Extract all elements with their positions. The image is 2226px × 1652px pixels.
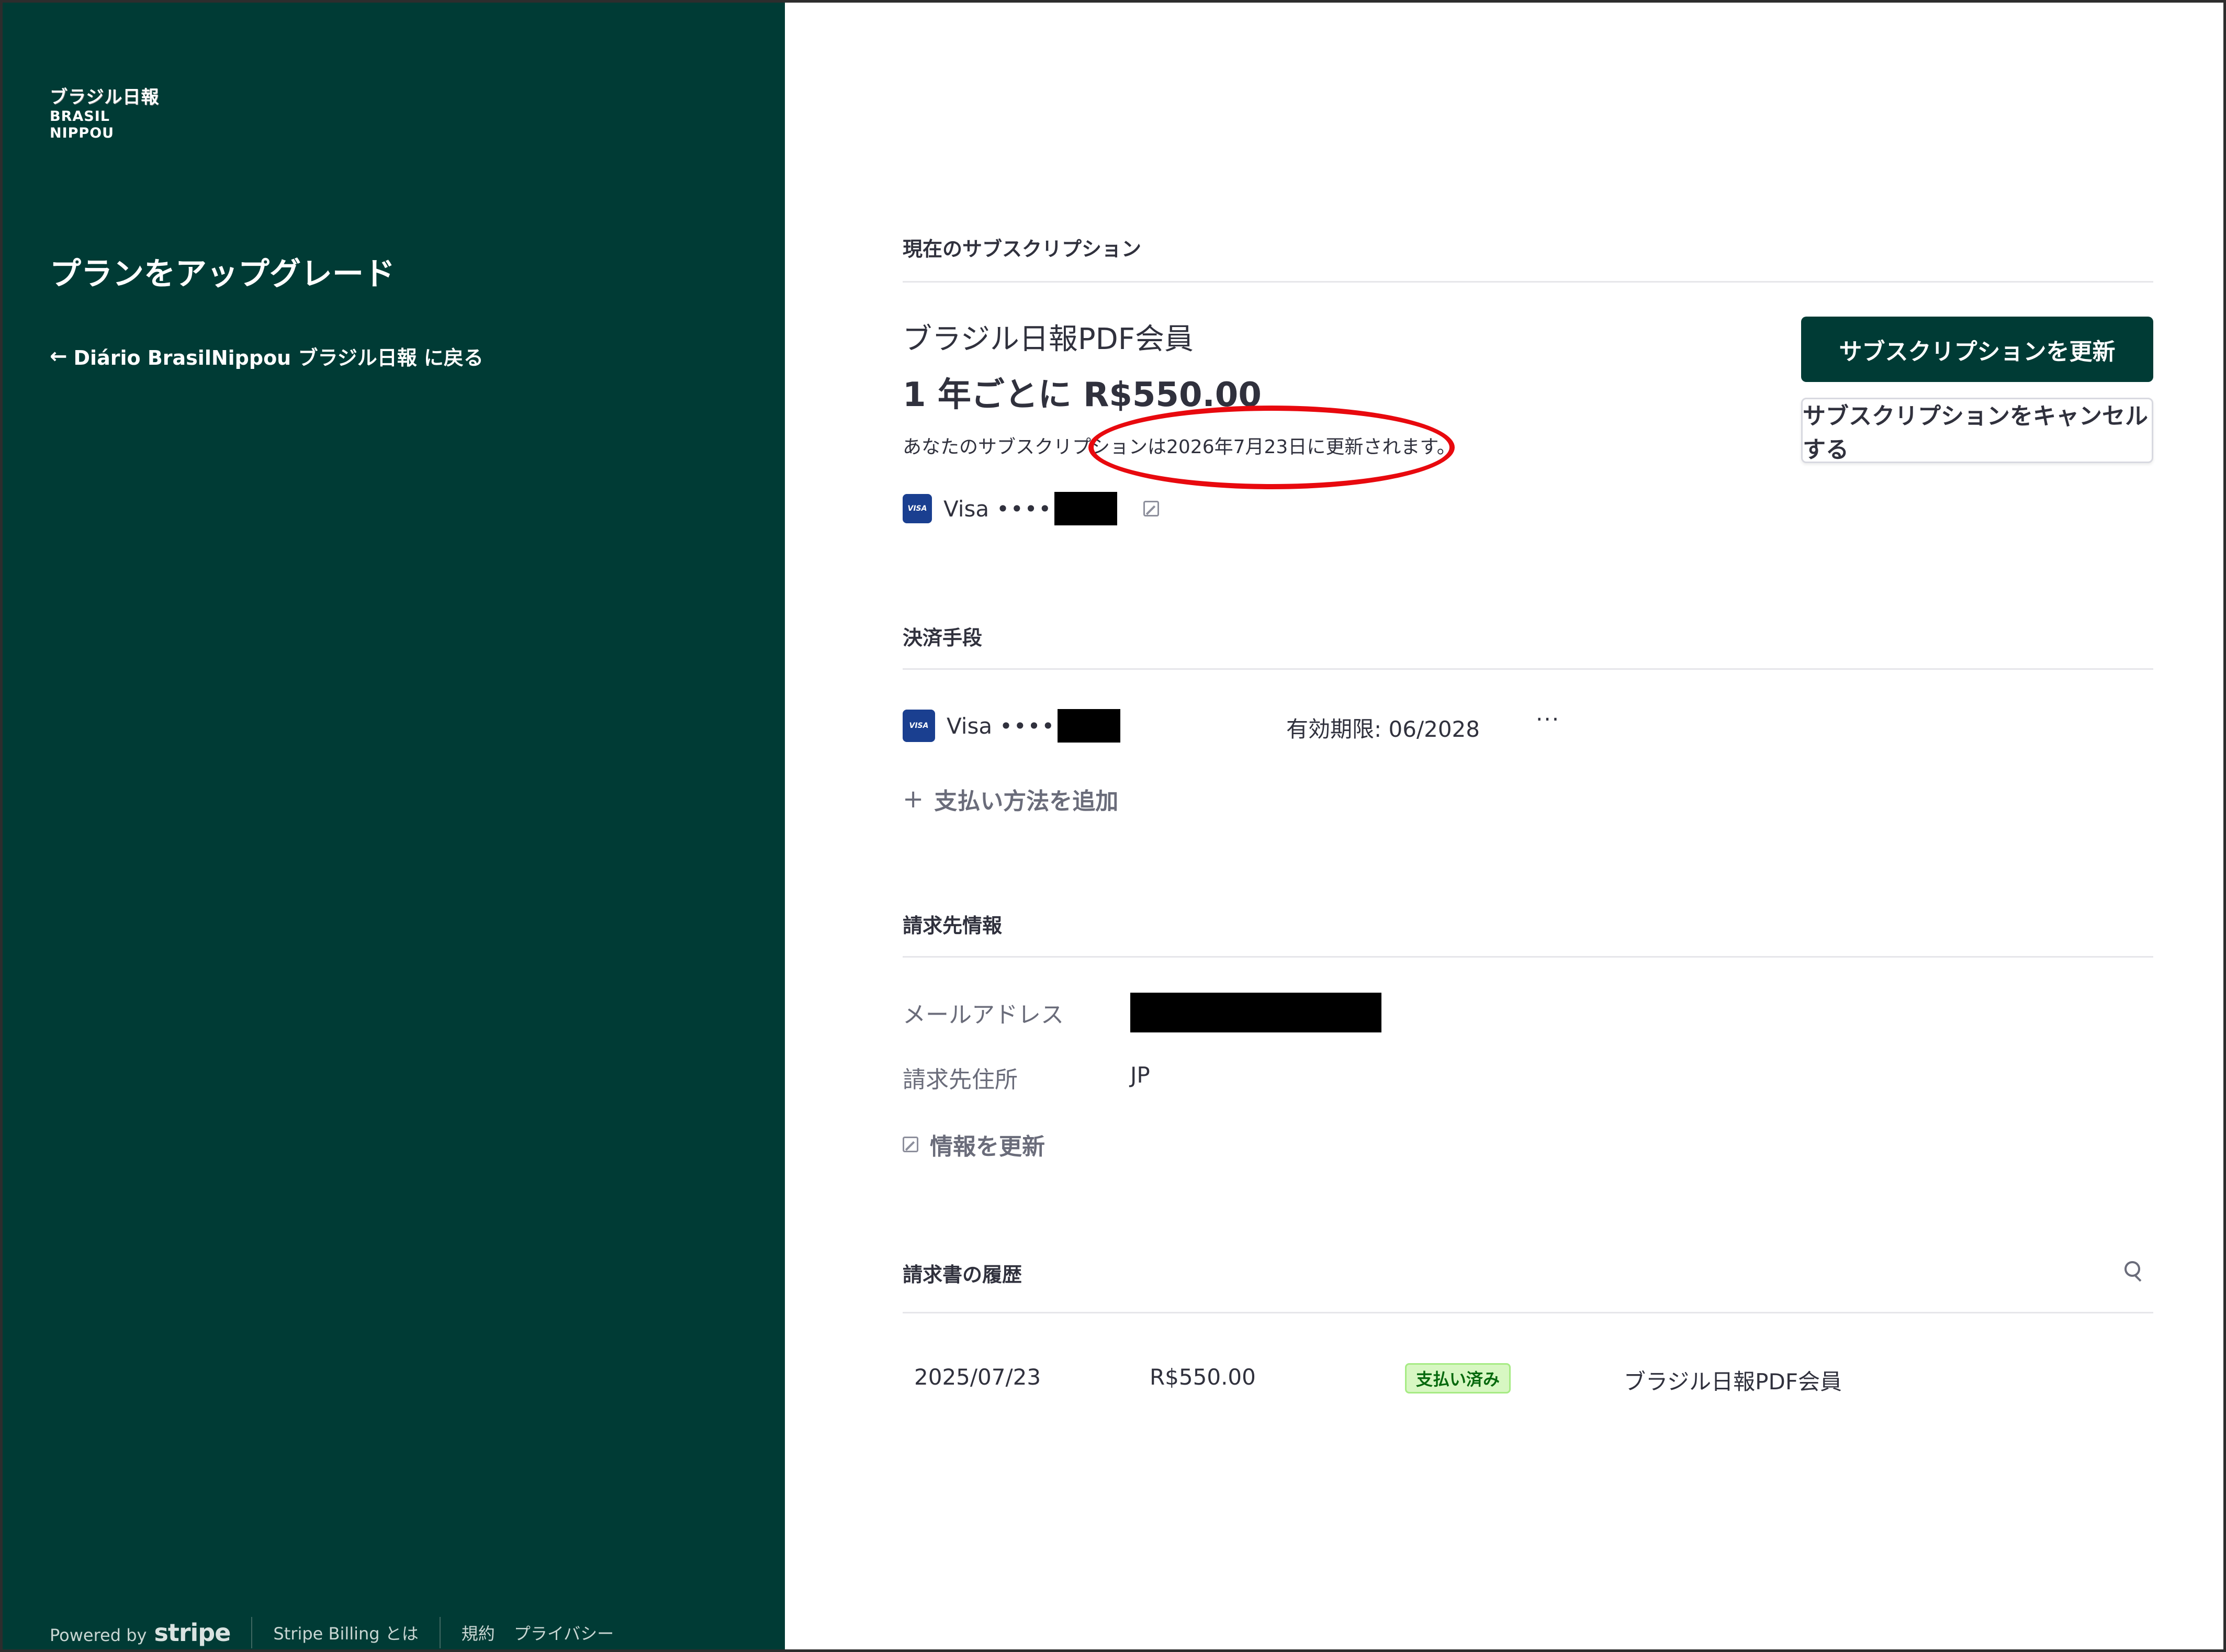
- add-payment-label: 支払い方法を追加: [934, 788, 1119, 815]
- logo-en-text: BRASIL NIPPOU: [50, 108, 115, 141]
- card-mask: ••••: [996, 496, 1053, 522]
- visa-card-icon: VISA: [903, 494, 932, 523]
- plus-icon: +: [903, 784, 924, 814]
- add-payment-method-button[interactable]: + 支払い方法を追加: [903, 782, 1118, 816]
- invoice-amount: R$550.00: [1150, 1364, 1256, 1390]
- logo-jp-text: ブラジル日報: [50, 87, 160, 108]
- footer-divider: [439, 1617, 441, 1648]
- section-divider: [903, 1312, 2153, 1313]
- powered-by-stripe[interactable]: Powered by stripe: [50, 1619, 231, 1647]
- sidebar: ブラジル日報 BRASIL NIPPOU プランをアップグレード ← Diári…: [3, 3, 785, 1649]
- update-info-label: 情報を更新: [930, 1133, 1045, 1160]
- stripe-logo: stripe: [154, 1619, 231, 1647]
- card-brand: Visa: [947, 713, 993, 739]
- redacted-card-number: [1058, 709, 1121, 743]
- subscription-card: VISA Visa ••••: [903, 492, 1160, 525]
- email-label: メールアドレス: [903, 1002, 1064, 1028]
- section-divider: [903, 956, 2153, 958]
- footer-divider: [251, 1617, 253, 1648]
- update-subscription-button[interactable]: サブスクリプションを更新: [1801, 317, 2153, 382]
- update-info-button[interactable]: 情報を更新: [903, 1128, 1045, 1161]
- current-subscription-heading: 現在のサブスクリプション: [903, 238, 1142, 261]
- billing-info-heading: 請求先情報: [903, 914, 1003, 937]
- card-brand: Visa: [943, 496, 990, 522]
- page-title: プランをアップグレード: [50, 256, 395, 293]
- arrow-left-icon: ←: [50, 344, 68, 368]
- section-divider: [903, 668, 2153, 670]
- card-mask: ••••: [999, 713, 1056, 739]
- status-badge: 支払い済み: [1405, 1363, 1511, 1393]
- back-link[interactable]: ← Diário BrasilNippou ブラジル日報 に戻る: [50, 342, 484, 370]
- main-content: 現在のサブスクリプション ブラジル日報PDF会員 1 年ごとに R$550.00…: [903, 3, 2153, 1649]
- stripe-billing-link[interactable]: Stripe Billing とは: [273, 1621, 418, 1645]
- powered-by-text: Powered by: [50, 1625, 147, 1645]
- invoice-date: 2025/07/23: [914, 1364, 1041, 1390]
- address-value: JP: [1130, 1062, 1150, 1088]
- brand-logo: ブラジル日報 BRASIL NIPPOU: [50, 86, 170, 141]
- redacted-card-number: [1054, 492, 1118, 525]
- plan-name: ブラジル日報PDF会員: [903, 322, 1194, 356]
- search-icon[interactable]: [2124, 1261, 2140, 1277]
- edit-icon: [903, 1137, 918, 1152]
- invoice-history-heading: 請求書の履歴: [903, 1263, 1022, 1286]
- browser-frame: ブラジル日報 BRASIL NIPPOU プランをアップグレード ← Diári…: [0, 0, 2226, 1652]
- sidebar-footer: Powered by stripe Stripe Billing とは 規約 プ…: [50, 1617, 614, 1648]
- payment-card-row: VISA Visa ••••: [903, 709, 1121, 743]
- section-divider: [903, 281, 2153, 283]
- edit-icon[interactable]: [1143, 501, 1160, 516]
- payment-method-heading: 決済手段: [903, 626, 983, 649]
- redacted-email: [1130, 993, 1381, 1032]
- cancel-subscription-button[interactable]: サブスクリプションをキャンセルする: [1801, 398, 2153, 463]
- card-more-menu[interactable]: ···: [1536, 706, 1560, 732]
- card-expiry: 有効期限: 06/2028: [1286, 716, 1480, 742]
- invoice-description: ブラジル日報PDF会員: [1624, 1369, 1842, 1395]
- terms-link[interactable]: 規約: [462, 1621, 495, 1645]
- privacy-link[interactable]: プライバシー: [514, 1621, 614, 1645]
- visa-card-icon: VISA: [903, 710, 935, 742]
- address-label: 請求先住所: [903, 1066, 1018, 1093]
- highlight-circle: [1088, 406, 1455, 489]
- back-link-label: Diário BrasilNippou ブラジル日報 に戻る: [73, 346, 484, 369]
